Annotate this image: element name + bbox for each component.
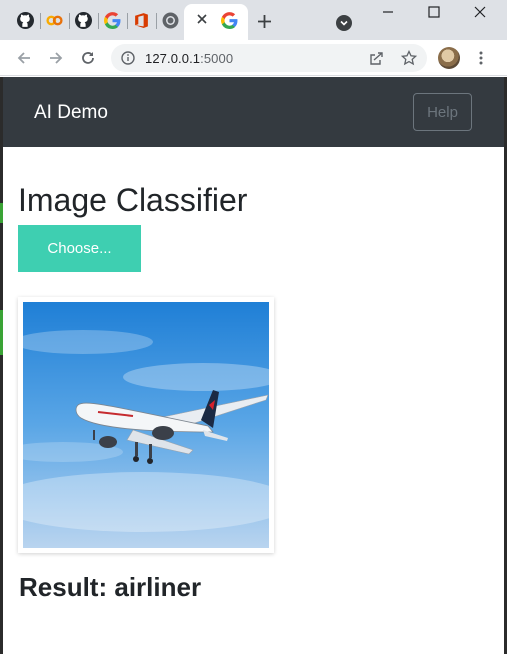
result-heading: Result: airliner (19, 572, 201, 603)
classified-image (23, 302, 269, 548)
tab-strip (0, 0, 507, 40)
url-host: 127.0.0.1 (145, 51, 201, 66)
tab-separator (156, 13, 157, 29)
close-icon[interactable] (195, 12, 209, 26)
app-navbar: AI Demo Help (3, 77, 504, 147)
page-title: Image Classifier (18, 182, 248, 218)
colab-icon[interactable] (46, 12, 63, 29)
window-edge-left (0, 77, 3, 654)
help-button[interactable]: Help (413, 93, 472, 131)
google-icon[interactable] (104, 12, 121, 29)
reload-icon[interactable] (79, 49, 97, 67)
new-tab-icon[interactable] (257, 14, 272, 29)
browser-toolbar: 127.0.0.1:5000 (0, 40, 507, 76)
google-icon[interactable] (221, 12, 238, 29)
background-window-sliver (0, 203, 3, 223)
url-port: :5000 (200, 51, 234, 66)
maximize-icon[interactable] (425, 3, 443, 21)
menu-kebab-icon[interactable] (474, 50, 488, 66)
chrome-icon[interactable] (162, 12, 179, 29)
result-label: Result: (19, 572, 108, 602)
back-icon[interactable] (15, 49, 33, 67)
result-value: airliner (114, 572, 202, 602)
profile-avatar[interactable] (438, 47, 460, 69)
share-icon[interactable] (369, 51, 384, 66)
navbar-brand[interactable]: AI Demo (34, 102, 108, 124)
tab-separator (40, 13, 41, 29)
window-close-icon[interactable] (471, 3, 489, 21)
image-preview-card (18, 297, 274, 553)
address-bar[interactable]: 127.0.0.1:5000 (111, 44, 427, 72)
bookmark-star-icon[interactable] (401, 50, 417, 66)
active-tab[interactable] (184, 4, 248, 40)
tab-search-icon[interactable] (336, 15, 352, 31)
background-window-sliver (0, 310, 3, 355)
tab-separator (98, 13, 99, 29)
tab-separator (127, 13, 128, 29)
minimize-icon[interactable] (379, 3, 397, 21)
url-text[interactable]: 127.0.0.1:5000 (145, 51, 233, 66)
forward-icon[interactable] (47, 49, 65, 67)
site-info-icon[interactable] (121, 51, 135, 65)
github-icon[interactable] (75, 12, 92, 29)
office-icon[interactable] (133, 12, 150, 29)
tab-separator (69, 13, 70, 29)
github-icon[interactable] (17, 12, 34, 29)
choose-file-button[interactable]: Choose... (18, 225, 141, 272)
